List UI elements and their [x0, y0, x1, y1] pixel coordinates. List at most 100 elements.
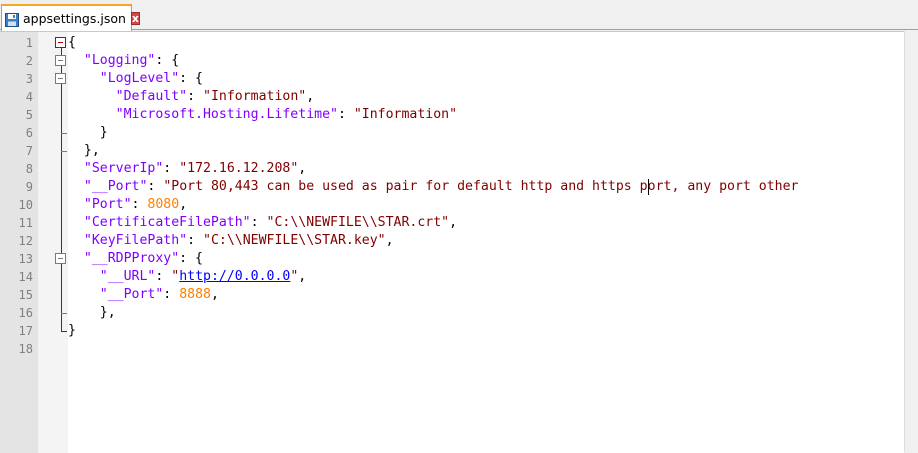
code-line: "ServerIp": "172.16.12.208", [68, 160, 306, 178]
code-token: "C:\\NEWFILE\\STAR.key" [203, 233, 386, 248]
code-token: "Port 80,443 can be used as pair for def… [163, 179, 799, 194]
code-token: : [163, 161, 180, 176]
fold-toggle-icon[interactable] [55, 55, 66, 66]
line-number: 9 [25, 180, 33, 194]
code-token: , [179, 197, 188, 212]
close-icon[interactable]: x [130, 12, 141, 25]
save-icon [5, 12, 19, 27]
fold-end-marker [61, 331, 67, 332]
code-area[interactable]: { "Logging": { "LogLevel": { "Default": … [68, 32, 904, 453]
url-link[interactable]: http://0.0.0.0 [179, 269, 290, 284]
code-token: }, [68, 305, 116, 320]
code-token: 8888 [179, 287, 211, 302]
line-number: 1 [25, 36, 33, 50]
code-token: "Information" [203, 89, 307, 104]
code-token: "KeyFilePath" [83, 233, 188, 248]
code-token: , [449, 215, 458, 230]
code-line: "__Port": 8888, [68, 286, 219, 304]
code-token: "CertificateFilePath" [83, 215, 251, 230]
code-token: }, [68, 143, 100, 158]
tab-appsettings-json[interactable]: appsettings.json x [1, 4, 141, 31]
tab-label: appsettings.json [23, 11, 126, 26]
line-number-gutter: 1 2 3 4 5 6 7 8 9 10 11 12 13 14 15 16 17 18 [0, 32, 38, 453]
fold-guide-line [61, 47, 62, 331]
code-token: "172.16.12.208" [179, 161, 299, 176]
line-number: 6 [25, 126, 33, 140]
code-line: "Port": 8080, [68, 196, 187, 214]
line-number: 11 [18, 216, 33, 230]
fold-toggle-icon[interactable] [55, 73, 66, 84]
fold-end-marker [61, 313, 67, 314]
code-line: "Microsoft.Hosting.Lifetime": "Informati… [68, 106, 457, 124]
line-number: 3 [25, 72, 33, 86]
code-token: : [187, 89, 203, 104]
code-token: 8080 [147, 197, 180, 212]
code-token: "Port" [83, 197, 132, 212]
code-token: "Default" [115, 89, 188, 104]
code-line: } [68, 124, 108, 142]
code-token: "C:\\NEWFILE\\STAR.crt" [266, 215, 450, 230]
text-caret [648, 179, 650, 195]
code-token: : { [179, 251, 203, 266]
fold-margin [38, 32, 68, 453]
line-number: 15 [18, 288, 33, 302]
code-line: "Default": "Information", [68, 88, 315, 106]
line-number: 10 [18, 198, 33, 212]
code-token: "__URL" [99, 269, 156, 284]
code-line: "CertificateFilePath": "C:\\NEWFILE\\STA… [68, 214, 457, 232]
code-line: "LogLevel": { [68, 70, 203, 88]
code-token: { [68, 35, 76, 50]
tab-bar: appsettings.json x [0, 0, 918, 31]
code-line: "Logging": { [68, 52, 179, 70]
code-line: "__Port": "Port 80,443 can be used as pa… [68, 178, 799, 196]
code-token: : [131, 197, 148, 212]
code-token: "LogLevel" [99, 71, 180, 86]
fold-end-marker [61, 151, 67, 152]
code-token: : [155, 269, 172, 284]
code-token: : { [155, 53, 180, 68]
editor[interactable]: 1 2 3 4 5 6 7 8 9 10 11 12 13 14 15 16 17 18 { "Logging":… [0, 31, 904, 453]
code-token: , [298, 269, 307, 284]
code-token: , [385, 233, 394, 248]
code-token: "__Port" [99, 287, 164, 302]
vertical-scrollbar[interactable] [904, 31, 918, 452]
code-token: : [337, 107, 354, 122]
code-token: , [210, 287, 219, 302]
code-line: } [68, 322, 76, 340]
fold-toggle-icon[interactable] [55, 37, 66, 48]
code-token: } [68, 323, 76, 338]
code-line: "__URL": "http://0.0.0.0", [68, 268, 306, 286]
fold-toggle-icon[interactable] [55, 253, 66, 264]
code-line: { [68, 34, 76, 52]
line-number: 7 [25, 144, 33, 158]
line-number: 2 [25, 54, 33, 68]
line-number: 16 [18, 306, 33, 320]
code-line: }, [68, 304, 116, 322]
code-token: , [306, 89, 315, 104]
code-token: : { [179, 71, 203, 86]
code-line: "KeyFilePath": "C:\\NEWFILE\\STAR.key", [68, 232, 394, 250]
code-token: "__RDPProxy" [83, 251, 180, 266]
code-token: : [163, 287, 180, 302]
line-number: 4 [25, 90, 33, 104]
line-number: 17 [18, 324, 33, 338]
code-token: "Logging" [83, 53, 156, 68]
line-number: 14 [18, 270, 33, 284]
code-token: } [68, 125, 108, 140]
line-number: 5 [25, 108, 33, 122]
code-token: : [250, 215, 267, 230]
code-token: " [171, 269, 180, 284]
code-token: : [147, 179, 164, 194]
line-number: 13 [18, 252, 33, 266]
